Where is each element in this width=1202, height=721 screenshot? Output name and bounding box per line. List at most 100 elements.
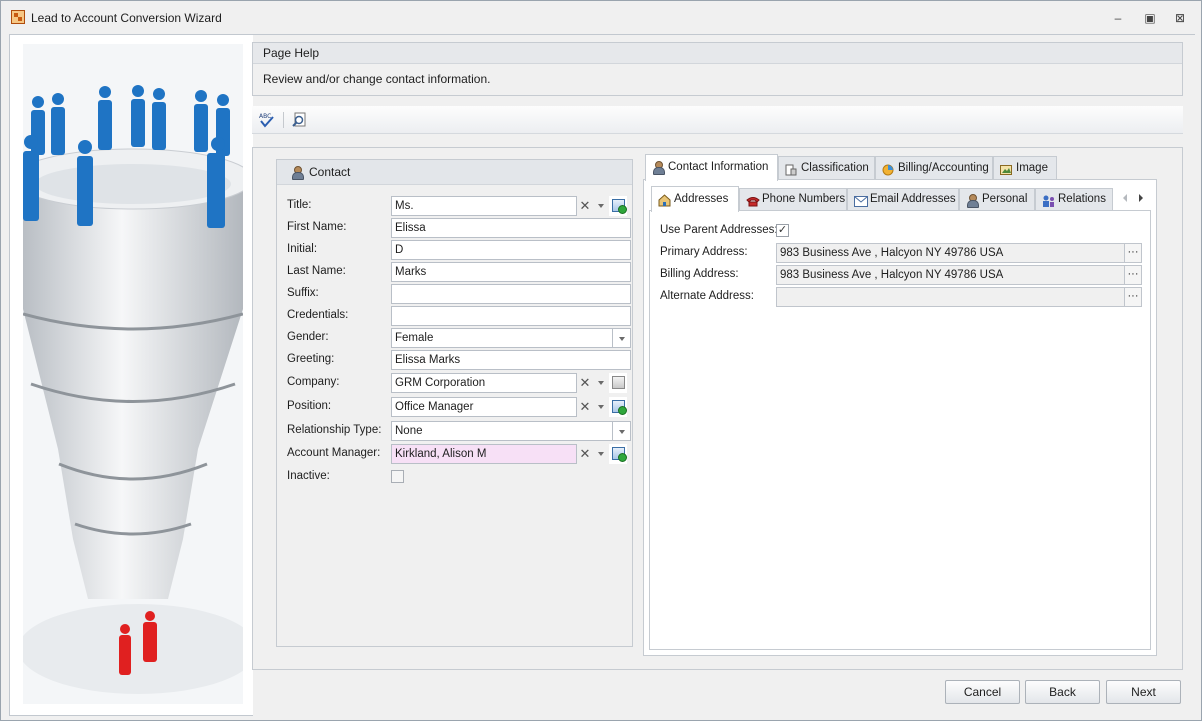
tab-personal-label: Personal bbox=[982, 193, 1028, 205]
personal-icon bbox=[966, 194, 979, 208]
title-label: Title: bbox=[287, 199, 312, 211]
alternate-address-label: Alternate Address: bbox=[660, 290, 754, 302]
company-lookup-icon[interactable] bbox=[609, 373, 627, 393]
tab-scroll-left-icon[interactable] bbox=[1121, 192, 1129, 204]
first-name-field[interactable]: Elissa bbox=[391, 218, 631, 238]
position-row: Position: Office Manager ✕ bbox=[287, 397, 632, 417]
last-name-row: Last Name: Marks bbox=[287, 262, 632, 282]
account-manager-lookup-icon[interactable] bbox=[609, 444, 627, 464]
title-field[interactable]: Ms. bbox=[391, 196, 577, 216]
close-icon[interactable]: ⊠ bbox=[1170, 9, 1190, 27]
suffix-label: Suffix: bbox=[287, 287, 319, 299]
minimize-icon[interactable]: ‒ bbox=[1108, 9, 1128, 27]
primary-address-field[interactable]: 983 Business Ave , Halcyon NY 49786 USA bbox=[776, 243, 1125, 263]
title-dropdown-icon[interactable] bbox=[592, 196, 610, 216]
contact-person-icon bbox=[291, 166, 304, 180]
inactive-checkbox[interactable] bbox=[391, 470, 404, 483]
company-field[interactable]: GRM Corporation bbox=[391, 373, 577, 393]
use-parent-addresses-label: Use Parent Addresses: bbox=[660, 224, 778, 236]
tab-phone-numbers[interactable]: Phone Numbers bbox=[739, 188, 847, 211]
spellcheck-icon[interactable]: ABC bbox=[258, 111, 276, 129]
svg-text:ABC: ABC bbox=[259, 113, 271, 120]
account-manager-row: Account Manager: Kirkland, Alison M ✕ bbox=[287, 444, 632, 464]
gender-label: Gender: bbox=[287, 331, 329, 343]
alternate-address-row: Alternate Address: ··· bbox=[660, 287, 1142, 307]
tab-email-addresses-label: Email Addresses bbox=[870, 193, 956, 205]
tab-relations[interactable]: Relations bbox=[1035, 188, 1113, 211]
tab-contact-information-label: Contact Information bbox=[668, 161, 769, 173]
tab-addresses[interactable]: Addresses bbox=[651, 186, 739, 212]
use-parent-addresses-row: Use Parent Addresses: ✓ bbox=[660, 221, 1142, 241]
suffix-field[interactable] bbox=[391, 284, 631, 304]
alternate-address-field[interactable] bbox=[776, 287, 1125, 307]
tab-classification-label: Classification bbox=[801, 162, 869, 174]
gender-field[interactable]: Female bbox=[391, 328, 613, 348]
credentials-field[interactable] bbox=[391, 306, 631, 326]
page-help-text: Review and/or change contact information… bbox=[263, 72, 491, 86]
inactive-label: Inactive: bbox=[287, 470, 330, 482]
tab-contact-information[interactable]: Contact Information bbox=[645, 154, 778, 181]
company-dropdown-icon[interactable] bbox=[592, 373, 610, 393]
title-lookup-icon[interactable] bbox=[609, 196, 627, 216]
gender-dropdown-icon[interactable] bbox=[613, 328, 631, 348]
company-label: Company: bbox=[287, 376, 340, 388]
primary-address-ellipsis-button[interactable]: ··· bbox=[1125, 243, 1142, 263]
toolbar: ABC bbox=[252, 106, 1183, 134]
initial-label: Initial: bbox=[287, 243, 318, 255]
account-manager-label: Account Manager: bbox=[287, 447, 381, 459]
tab-billing-accounting[interactable]: Billing/Accounting bbox=[875, 156, 993, 180]
tab-billing-accounting-label: Billing/Accounting bbox=[898, 162, 989, 174]
credentials-row: Credentials: bbox=[287, 306, 632, 326]
greeting-row: Greeting: Elissa Marks bbox=[287, 350, 632, 370]
tab-phone-numbers-label: Phone Numbers bbox=[762, 193, 846, 205]
relationship-type-row: Relationship Type: None bbox=[287, 421, 632, 441]
tab-classification[interactable]: Classification bbox=[778, 156, 875, 180]
last-name-label: Last Name: bbox=[287, 265, 346, 277]
relationship-type-label: Relationship Type: bbox=[287, 424, 382, 436]
contact-group-title: Contact bbox=[309, 165, 351, 179]
title-row: Title: Ms. ✕ bbox=[287, 196, 632, 216]
tab-relations-label: Relations bbox=[1058, 193, 1106, 205]
tab-scroll-right-icon[interactable] bbox=[1137, 192, 1145, 204]
position-lookup-icon[interactable] bbox=[609, 397, 627, 417]
billing-address-row: Billing Address: 983 Business Ave , Halc… bbox=[660, 265, 1142, 285]
house-icon bbox=[658, 192, 671, 207]
next-button[interactable]: Next bbox=[1106, 680, 1181, 704]
use-parent-addresses-checkbox[interactable]: ✓ bbox=[776, 224, 789, 237]
app-icon bbox=[11, 10, 25, 24]
primary-address-label: Primary Address: bbox=[660, 246, 748, 258]
restore-icon[interactable]: ▣ bbox=[1140, 9, 1160, 27]
last-name-field[interactable]: Marks bbox=[391, 262, 631, 282]
position-field[interactable]: Office Manager bbox=[391, 397, 577, 417]
contact-group-header: Contact bbox=[277, 160, 632, 185]
inactive-row: Inactive: bbox=[287, 467, 632, 487]
contact-info-icon bbox=[652, 161, 665, 175]
account-manager-dropdown-icon[interactable] bbox=[592, 444, 610, 464]
back-button[interactable]: Back bbox=[1025, 680, 1100, 704]
image-icon bbox=[1000, 162, 1012, 175]
relationship-type-field[interactable]: None bbox=[391, 421, 613, 441]
company-row: Company: GRM Corporation ✕ bbox=[287, 373, 632, 393]
billing-address-ellipsis-button[interactable]: ··· bbox=[1125, 265, 1142, 285]
contact-group: Contact Title: Ms. ✕ First Name: Elissa … bbox=[276, 159, 633, 647]
addresses-page: Use Parent Addresses: ✓ Primary Address:… bbox=[649, 210, 1151, 650]
primary-address-row: Primary Address: 983 Business Ave , Halc… bbox=[660, 243, 1142, 263]
alternate-address-ellipsis-button[interactable]: ··· bbox=[1125, 287, 1142, 307]
tab-addresses-label: Addresses bbox=[674, 193, 729, 205]
credentials-label: Credentials: bbox=[287, 309, 349, 321]
funnel-illustration bbox=[23, 44, 243, 704]
position-dropdown-icon[interactable] bbox=[592, 397, 610, 417]
greeting-field[interactable]: Elissa Marks bbox=[391, 350, 631, 370]
tab-image[interactable]: Image bbox=[993, 156, 1057, 180]
page-help-header: Page Help bbox=[253, 43, 1182, 64]
billing-address-field[interactable]: 983 Business Ave , Halcyon NY 49786 USA bbox=[776, 265, 1125, 285]
tab-personal[interactable]: Personal bbox=[959, 188, 1035, 211]
tab-email-addresses[interactable]: Email Addresses bbox=[847, 188, 959, 211]
position-label: Position: bbox=[287, 400, 332, 412]
cancel-button[interactable]: Cancel bbox=[945, 680, 1020, 704]
relationship-type-dropdown-icon[interactable] bbox=[613, 421, 631, 441]
account-manager-field[interactable]: Kirkland, Alison M bbox=[391, 444, 577, 464]
find-icon[interactable] bbox=[291, 111, 309, 129]
phone-icon bbox=[746, 194, 760, 207]
initial-field[interactable]: D bbox=[391, 240, 631, 260]
